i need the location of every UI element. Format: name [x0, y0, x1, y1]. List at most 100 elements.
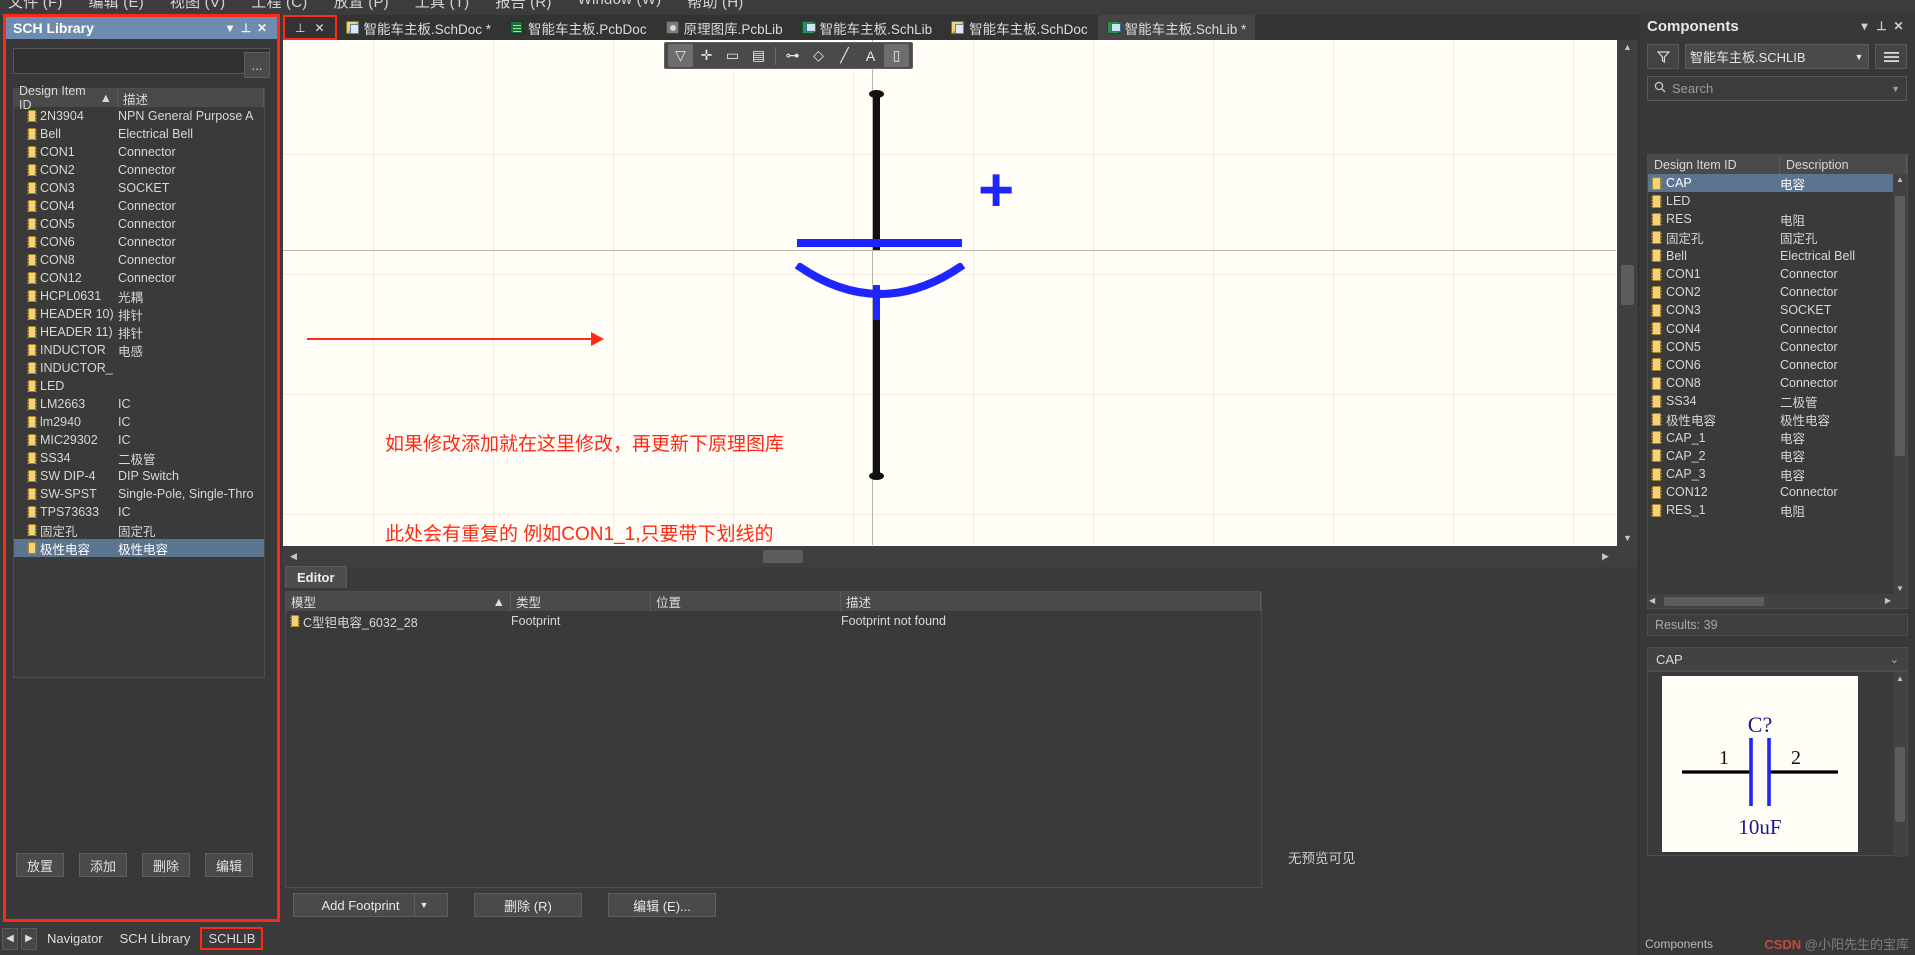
rectangle-icon[interactable]: ▭ [720, 44, 745, 67]
canvas-horizontal-scrollbar[interactable]: ◀ ▶ [283, 546, 1638, 567]
components-row[interactable]: CON6 Connector [1648, 356, 1907, 374]
components-row[interactable]: CAP_1 电容 [1648, 429, 1907, 447]
sch-library-row[interactable]: HEADER 11) 排针 [14, 323, 264, 341]
sch-library-row[interactable]: TPS73633 IC [14, 503, 264, 521]
chevron-down-icon[interactable]: ▼ [1891, 84, 1900, 94]
close-icon[interactable]: ✕ [314, 21, 324, 35]
sch-library-row[interactable]: CON1 Connector [14, 143, 264, 161]
vertical-scroll-thumb[interactable] [1621, 265, 1634, 305]
sch-library-row[interactable]: INDUCTOR 电感 [14, 341, 264, 359]
model-table-row[interactable]: C型钽电容_6032_28 Footprint Footprint not foun… [286, 611, 1261, 631]
sch-library-row[interactable]: 极性电容 极性电容 [14, 539, 264, 557]
chevron-right-icon[interactable]: ▶ [21, 927, 37, 950]
sch-library-row[interactable]: SW-SPST Single-Pole, Single-Thro [14, 485, 264, 503]
canvas-floating-toolbar[interactable]: ▽ ✛ ▭ ▤ ⊶ ◇ ╱ A ▯ [664, 42, 913, 69]
column-header-model[interactable]: 模型 ▲ [286, 592, 511, 611]
sch-library-row[interactable]: INDUCTOR_ [14, 359, 264, 377]
chevron-down-icon[interactable]: ▼ [1850, 52, 1868, 62]
components-row[interactable]: CAP_3 电容 [1648, 465, 1907, 483]
sch-library-row[interactable]: HEADER 10) 排针 [14, 305, 264, 323]
sch-library-button-0[interactable]: 放置 [16, 853, 64, 877]
sch-library-row[interactable]: LED [14, 377, 264, 395]
components-row[interactable]: 固定孔 固定孔 [1648, 229, 1907, 247]
sch-library-button-1[interactable]: 添加 [79, 853, 127, 877]
edit-model-button[interactable]: 编辑 (E)... [608, 893, 716, 917]
menu-item-6[interactable]: 报告 (R) [495, 0, 551, 12]
canvas-drawing-area[interactable]: + 如果修改添加就在这里修改，再更新下原理图库 此处会有重复的 例如CON1_1… [283, 40, 1616, 545]
library-select[interactable]: ▼ [13, 48, 270, 74]
pin-icon[interactable]: ⊥ [295, 21, 305, 35]
preview-scroll-thumb[interactable] [1895, 747, 1905, 822]
sch-library-row[interactable]: 2N3904 NPN General Purpose A [14, 107, 264, 125]
sch-library-row[interactable]: CON2 Connector [14, 161, 264, 179]
text-icon[interactable]: A [858, 44, 883, 67]
components-horizontal-scrollbar[interactable]: ◀ ▶ [1648, 594, 1907, 608]
plus-icon[interactable]: ✛ [694, 44, 719, 67]
sch-library-row[interactable]: HCPL0631 光耦 [14, 287, 264, 305]
filter-icon[interactable]: ▽ [668, 44, 693, 67]
components-hscroll-thumb[interactable] [1664, 597, 1764, 606]
sch-library-row[interactable]: CON5 Connector [14, 215, 264, 233]
sch-library-button-2[interactable]: 删除 [142, 853, 190, 877]
bottom-tab-sch-library[interactable]: SCH Library [113, 928, 198, 949]
components-row[interactable]: CON3 SOCKET [1648, 301, 1907, 319]
document-tab-5[interactable]: 智能车主板.SchLib * [1097, 15, 1257, 40]
chevron-down-icon[interactable]: ▼ [413, 894, 434, 916]
ruler-icon[interactable]: ▯ [884, 44, 909, 67]
column-header-description[interactable]: 描述 [118, 89, 264, 107]
document-tab-1[interactable]: 智能车主板.PcbDoc [501, 15, 657, 40]
pin-icon[interactable]: ⊥ [238, 21, 254, 35]
scroll-right-icon[interactable]: ▶ [1595, 551, 1616, 562]
scroll-left-icon[interactable]: ◀ [283, 551, 304, 562]
components-row[interactable]: RES 电阻 [1648, 210, 1907, 228]
components-row[interactable]: Bell Electrical Bell [1648, 247, 1907, 265]
sch-library-row[interactable]: CON4 Connector [14, 197, 264, 215]
components-row[interactable]: CON1 Connector [1648, 265, 1907, 283]
components-row[interactable]: CAP 电容 [1648, 174, 1907, 193]
sch-library-row[interactable]: 固定孔 固定孔 [14, 521, 264, 539]
column-header-desc[interactable]: 描述 [841, 592, 1261, 611]
menu-item-3[interactable]: 工程 (C) [251, 0, 307, 12]
funnel-icon[interactable] [1647, 44, 1679, 69]
document-tab-2[interactable]: 原理图库.PcbLib [657, 15, 793, 40]
column-header-description[interactable]: Description [1780, 155, 1907, 174]
sch-library-row[interactable]: LM2663 IC [14, 395, 264, 413]
menu-item-0[interactable]: 文件 (F) [8, 0, 63, 12]
sch-library-row[interactable]: MIC29302 IC [14, 431, 264, 449]
components-scroll-thumb[interactable] [1895, 196, 1905, 456]
components-row[interactable]: CAP_2 电容 [1648, 447, 1907, 465]
pin-place-icon[interactable]: ⊶ [780, 44, 805, 67]
line-icon[interactable]: ╱ [832, 44, 857, 67]
sch-library-row[interactable]: Bell Electrical Bell [14, 125, 264, 143]
components-row[interactable]: CON2 Connector [1648, 283, 1907, 301]
menu-item-7[interactable]: Window (W) [578, 0, 662, 12]
sch-library-row[interactable]: CON8 Connector [14, 251, 264, 269]
chevron-down-icon[interactable]: ▾ [1856, 19, 1873, 33]
menu-item-2[interactable]: 视图 (V) [170, 0, 225, 12]
tab-editor[interactable]: Editor [285, 566, 347, 588]
scroll-up-icon[interactable]: ▲ [1893, 175, 1907, 184]
document-tab-strip[interactable]: ⊥ ✕ 智能车主板.SchDoc * 智能车主板.PcbDoc 原理图库.PcbLib 智… [283, 15, 1638, 40]
scroll-down-icon[interactable]: ▼ [1617, 533, 1638, 543]
menu-item-4[interactable]: 放置 (P) [333, 0, 388, 12]
menu-item-8[interactable]: 帮助 (H) [687, 0, 743, 12]
hamburger-icon[interactable] [1875, 44, 1907, 69]
delete-model-button[interactable]: 删除 (R) [474, 893, 582, 917]
sch-library-row[interactable]: SW DIP-4 DIP Switch [14, 467, 264, 485]
align-icon[interactable]: ▤ [746, 44, 771, 67]
sch-library-row[interactable]: SS34 二极管 [14, 449, 264, 467]
components-row[interactable]: RES_1 电阻 [1648, 501, 1907, 519]
sch-library-row[interactable]: CON3 SOCKET [14, 179, 264, 197]
scroll-left-icon[interactable]: ◀ [1649, 596, 1655, 605]
bottom-tab-navigator[interactable]: Navigator [40, 928, 110, 949]
document-tab-4[interactable]: 智能车主板.SchDoc [942, 15, 1098, 40]
components-row[interactable]: CON12 Connector [1648, 483, 1907, 501]
schematic-canvas[interactable]: + 如果修改添加就在这里修改，再更新下原理图库 此处会有重复的 例如CON1_1… [283, 40, 1638, 567]
scroll-up-icon[interactable]: ▲ [1617, 42, 1638, 52]
scroll-up-icon[interactable]: ▲ [1893, 674, 1907, 683]
column-header-design-item-id[interactable]: Design Item ID [1648, 155, 1780, 174]
column-header-type[interactable]: 类型 [511, 592, 651, 611]
canvas-vertical-scrollbar[interactable]: ▲ ▼ [1617, 40, 1638, 567]
bottom-tab-schlib[interactable]: SCHLIB [200, 927, 264, 950]
components-row[interactable]: SS34 二极管 [1648, 392, 1907, 410]
